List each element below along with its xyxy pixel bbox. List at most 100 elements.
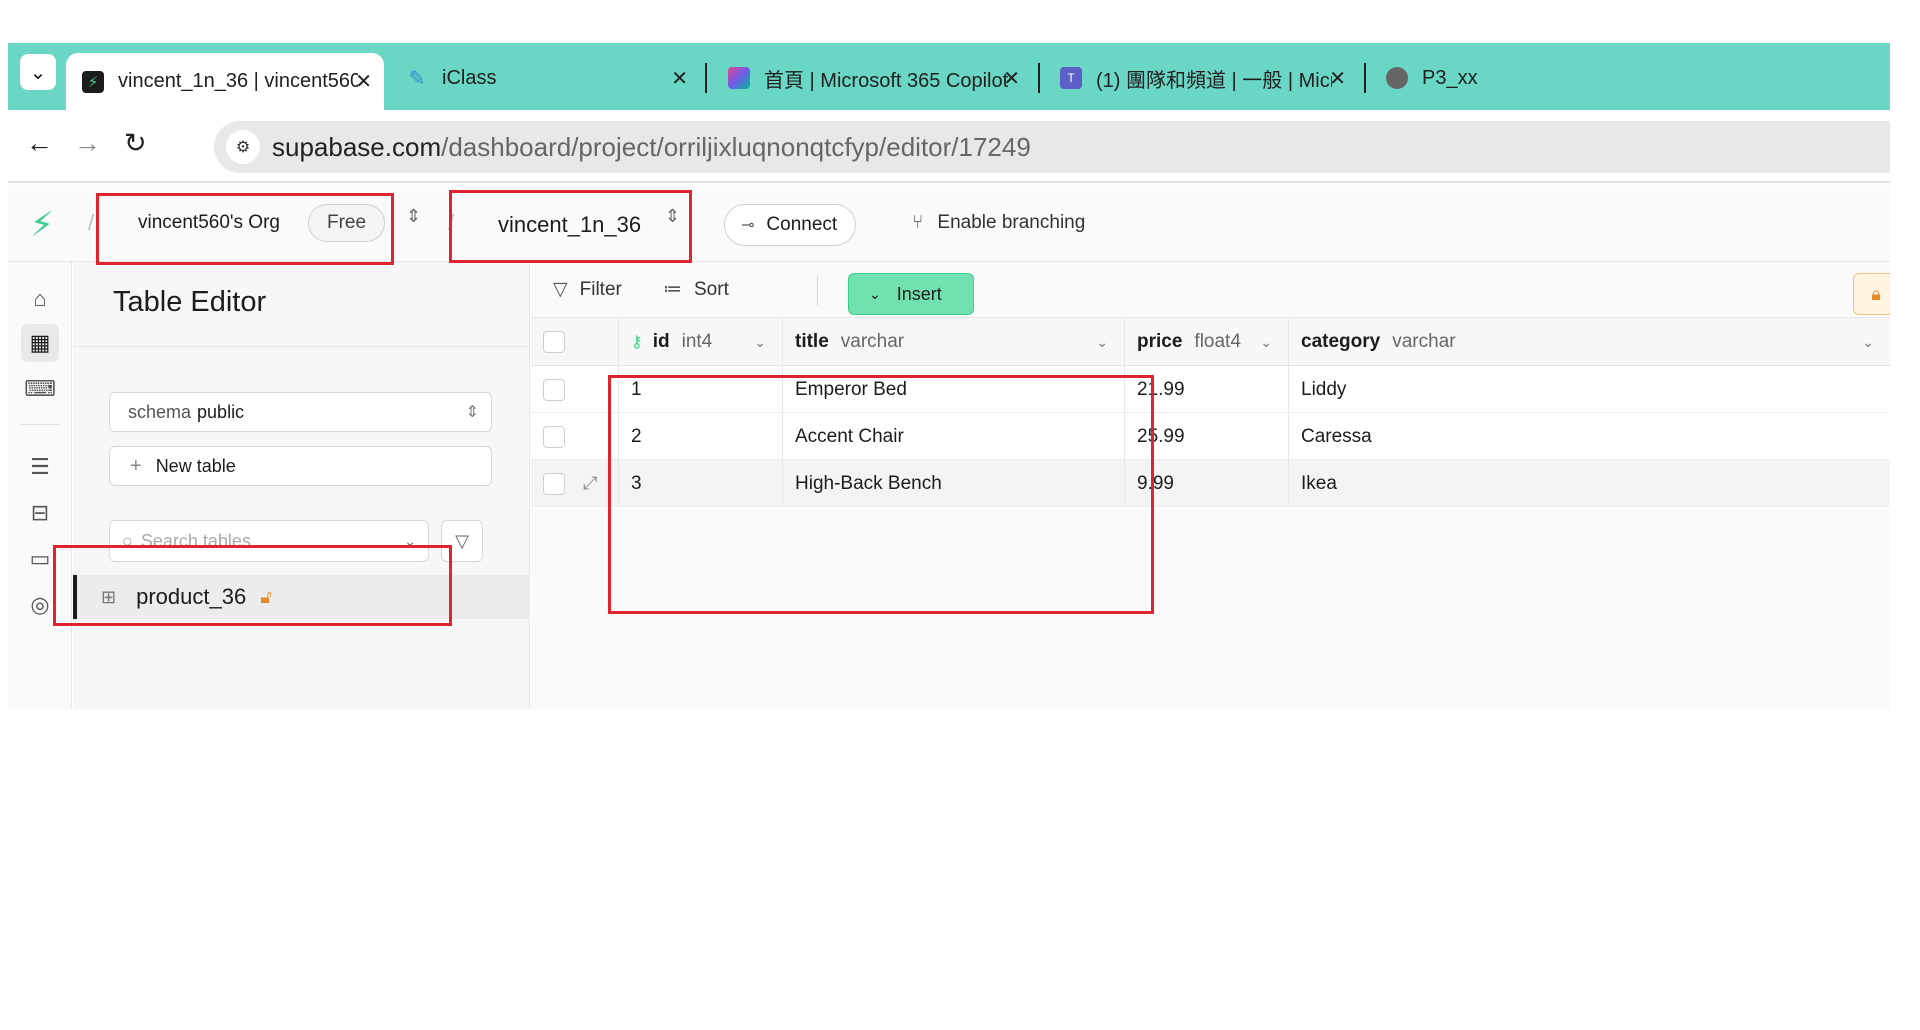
copilot-favicon-icon	[728, 67, 750, 89]
filter-button[interactable]: ▽ Filter	[553, 278, 622, 301]
git-branch-icon: ⑂	[912, 212, 924, 233]
table-editor-icon[interactable]: ▦	[21, 324, 59, 362]
table-row[interactable]: ⤢ 3 High-Back Bench 9.99 Ikea	[531, 460, 1890, 507]
expand-row-icon[interactable]: ⤢	[583, 473, 597, 494]
breadcrumb-separator: /	[88, 210, 95, 235]
column-header-title[interactable]: title varchar ⌄	[783, 318, 1125, 366]
rail-divider	[20, 424, 60, 425]
row-checkbox[interactable]	[543, 473, 565, 495]
schema-selector[interactable]: schema public ⇕	[109, 392, 492, 432]
filter-tables-button[interactable]: ▽	[441, 520, 483, 562]
panel-divider	[73, 346, 530, 347]
browser-tab-iclass[interactable]: ✎ iClass ✕	[390, 52, 700, 104]
search-placeholder: Search tables...	[140, 530, 266, 551]
select-all-checkbox[interactable]	[543, 331, 565, 353]
back-arrow-icon[interactable]: ←	[26, 128, 53, 159]
rls-lock-button[interactable]: 🔒︎	[1853, 273, 1890, 315]
column-header-price[interactable]: price float4 ⌄	[1125, 318, 1289, 366]
tab-title: iClass	[442, 66, 497, 89]
tab-close-icon[interactable]: ✕	[671, 66, 688, 91]
cell-category[interactable]: Ikea	[1289, 460, 1890, 507]
plug-icon: ⊸	[741, 217, 755, 234]
sort-button[interactable]: ≔ Sort	[663, 278, 729, 301]
browser-tab-teams[interactable]: T (1) 團隊和頻道 | 一般 | Microsoft ✕	[1044, 52, 1358, 104]
column-type: int4	[681, 331, 713, 352]
tab-close-icon[interactable]: ✕	[1003, 66, 1020, 91]
sort-label: Sort	[694, 278, 729, 300]
url-text[interactable]: supabase.com/dashboard/project/orriljixl…	[272, 132, 1031, 163]
row-select-cell	[531, 413, 619, 460]
chevron-down-icon[interactable]: ⌄	[754, 334, 766, 351]
cell-title[interactable]: Emperor Bed	[783, 366, 1125, 413]
cell-title[interactable]: Accent Chair	[783, 413, 1125, 460]
database-icon[interactable]: ☰	[21, 448, 59, 486]
column-header-category[interactable]: category varchar ⌄	[1289, 318, 1890, 366]
cell-category[interactable]: Caressa	[1289, 413, 1890, 460]
cell-price[interactable]: 25.99	[1125, 413, 1289, 460]
branching-label: Enable branching	[937, 212, 1086, 233]
new-table-button[interactable]: + New table	[109, 446, 492, 486]
insert-button[interactable]: ⌄ Insert	[848, 273, 974, 315]
tab-title: P3_xx	[1422, 66, 1478, 89]
tab-search-button[interactable]: ⌄	[20, 54, 56, 90]
search-tables-input[interactable]: ○ Search tables... ⌄	[109, 520, 429, 562]
tab-divider	[1364, 63, 1366, 93]
column-header-id[interactable]: ⚷ id int4 ⌄	[619, 318, 783, 366]
sidebar-rail: ⌂ ▦ ⌨ ☰ ⊟ ▭ ◎	[8, 262, 72, 709]
table-name: product_36	[136, 584, 247, 609]
project-switcher-icon[interactable]: ⇕	[665, 207, 680, 225]
tab-close-icon[interactable]: ✕	[1329, 66, 1346, 91]
sql-editor-icon[interactable]: ⌨	[21, 370, 59, 408]
screenshot-frame: ⌄ ⚡ vincent_1n_36 | vincent560's O ✕ ✎ i…	[8, 43, 1890, 709]
supabase-logo-icon[interactable]: ⚡	[30, 205, 54, 245]
connect-label: Connect	[766, 214, 838, 235]
cell-title[interactable]: High-Back Bench	[783, 460, 1125, 507]
search-icon: ○	[122, 530, 133, 551]
tab-close-icon[interactable]: ✕	[355, 69, 372, 94]
cell-id[interactable]: 3	[619, 460, 783, 507]
enable-branching-button[interactable]: ⑂ Enable branching	[912, 212, 1085, 234]
cell-id[interactable]: 2	[619, 413, 783, 460]
realtime-icon[interactable]: ◎	[21, 586, 59, 624]
chevron-down-icon[interactable]: ⌄	[1260, 334, 1272, 351]
forward-arrow-icon[interactable]: →	[74, 128, 101, 159]
breadcrumb-separator: /	[448, 210, 455, 235]
cell-price[interactable]: 9.99	[1125, 460, 1289, 507]
column-name: price	[1137, 331, 1183, 352]
browser-tab-p3[interactable]: P3_xx	[1370, 52, 1570, 104]
primary-key-icon: ⚷	[631, 334, 643, 351]
row-checkbox[interactable]	[543, 379, 565, 401]
grid-empty-area	[531, 509, 1890, 709]
chevron-down-icon[interactable]: ⌄	[1096, 334, 1108, 351]
browser-tab-copilot[interactable]: 首頁 | Microsoft 365 Copilot ✕	[712, 52, 1032, 104]
chevron-down-icon[interactable]: ⌄	[1862, 334, 1874, 351]
reload-icon[interactable]: ↻	[124, 128, 147, 159]
teams-favicon-icon: T	[1060, 67, 1082, 89]
funnel-icon: ▽	[455, 530, 469, 551]
column-name: category	[1301, 331, 1381, 352]
tab-title: vincent_1n_36 | vincent560's O	[118, 70, 358, 92]
schema-value: public	[197, 401, 245, 422]
project-name[interactable]: vincent_1n_36	[498, 212, 641, 238]
org-name[interactable]: vincent560's Org	[138, 212, 280, 234]
table-list-item[interactable]: ⊞ product_36 🔓︎	[73, 575, 530, 619]
chevron-updown-icon: ⇕	[465, 404, 479, 421]
address-bar[interactable]: ⚙ supabase.com/dashboard/project/orrilji…	[214, 121, 1890, 173]
lock-icon: 🔓︎	[260, 586, 272, 607]
site-settings-icon[interactable]: ⚙	[226, 130, 260, 164]
cell-category[interactable]: Liddy	[1289, 366, 1890, 413]
browser-tab-supabase[interactable]: ⚡ vincent_1n_36 | vincent560's O ✕	[66, 53, 384, 110]
row-checkbox[interactable]	[543, 426, 565, 448]
storage-icon[interactable]: ▭	[21, 540, 59, 578]
table-row[interactable]: 2 Accent Chair 25.99 Caressa	[531, 413, 1890, 460]
cell-price[interactable]: 21.99	[1125, 366, 1289, 413]
connect-button[interactable]: ⊸ Connect	[724, 204, 857, 246]
grid-header-row: ⚷ id int4 ⌄ title varchar ⌄ price float4…	[531, 318, 1890, 366]
cell-id[interactable]: 1	[619, 366, 783, 413]
org-switcher-icon[interactable]: ⇕	[406, 207, 421, 225]
home-icon[interactable]: ⌂	[21, 280, 59, 318]
funnel-icon: ▽	[553, 279, 568, 300]
chevron-down-icon[interactable]: ⌄	[404, 533, 416, 550]
auth-icon[interactable]: ⊟	[21, 494, 59, 532]
table-row[interactable]: 1 Emperor Bed 21.99 Liddy	[531, 366, 1890, 413]
